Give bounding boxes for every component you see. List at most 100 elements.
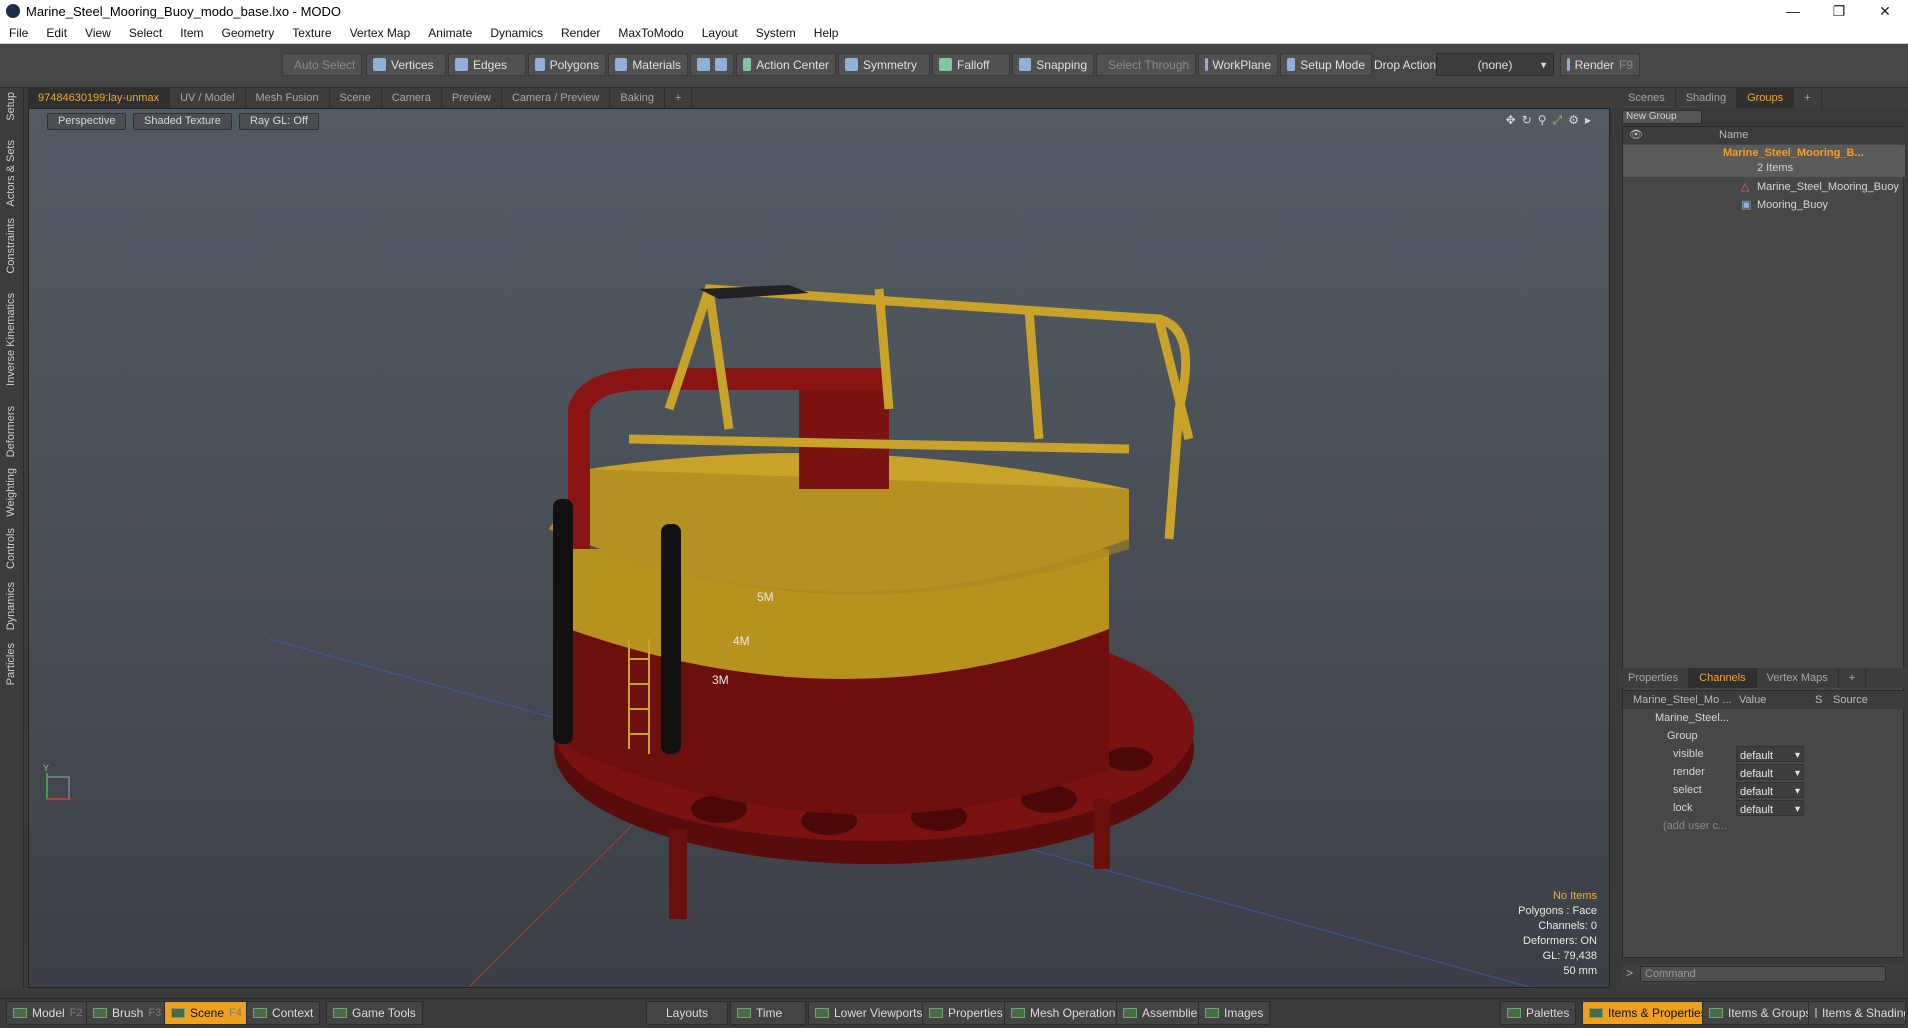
main-toolbar: Auto Select Vertices Edges Polygons Mate… [0, 44, 1908, 88]
new-group-button[interactable]: New Group [1622, 110, 1702, 124]
mesh-operations-button[interactable]: Mesh Operations [1004, 1001, 1129, 1025]
tab-actors-sets[interactable]: Actors & Sets [5, 140, 17, 207]
channel-value-dropdown[interactable]: default [1736, 800, 1804, 819]
title-bar: Marine_Steel_Mooring_Buoy_modo_base.lxo … [0, 0, 1908, 22]
lower-viewports-button[interactable]: Lower Viewports [808, 1001, 930, 1025]
tab-groups[interactable]: Groups [1737, 88, 1795, 108]
add-tab-button[interactable]: + [665, 88, 693, 108]
menu-render[interactable]: Render [552, 26, 609, 40]
time-button[interactable]: Time [730, 1001, 806, 1025]
minimize-button[interactable]: — [1770, 0, 1816, 22]
menu-geometry[interactable]: Geometry [213, 26, 284, 40]
tab-camera[interactable]: Camera [382, 88, 442, 108]
add-tab-button[interactable]: + [1839, 668, 1867, 688]
menu-animate[interactable]: Animate [419, 26, 481, 40]
tab-mesh-fusion[interactable]: Mesh Fusion [246, 88, 330, 108]
setup-mode-button[interactable]: Setup Mode [1280, 53, 1372, 76]
tab-properties[interactable]: Properties [1618, 668, 1690, 688]
menu-view[interactable]: View [76, 26, 120, 40]
brush-layout-button[interactable]: Brush F3 [86, 1001, 169, 1025]
game-tools-button[interactable]: Game Tools [326, 1001, 423, 1025]
tab-baking[interactable]: Baking [610, 88, 666, 108]
properties-button[interactable]: Properties [922, 1001, 1010, 1025]
command-input[interactable]: Command [1640, 966, 1886, 982]
channel-value-dropdown[interactable]: default [1736, 746, 1804, 765]
tab-shading[interactable]: Shading [1676, 88, 1738, 108]
menu-maxtomodo[interactable]: MaxToModo [609, 26, 692, 40]
channel-root-row[interactable]: Marine_Steel... [1623, 709, 1905, 727]
add-user-channel-row[interactable]: (add user c... [1623, 817, 1905, 835]
render-button[interactable]: Render F9 [1560, 53, 1640, 76]
materials-button[interactable]: Materials [608, 53, 688, 76]
window-title: Marine_Steel_Mooring_Buoy_modo_base.lxo … [26, 3, 342, 19]
tab-deformers[interactable]: Deformers [5, 406, 17, 457]
falloff-button[interactable]: Falloff [932, 53, 1010, 76]
viewport-tabs: 97484630199:lay-unmax UV / Model Mesh Fu… [28, 88, 1618, 108]
workplane-button[interactable]: WorkPlane [1198, 53, 1278, 76]
symmetry-button[interactable]: Symmetry [838, 53, 930, 76]
tab-scenes[interactable]: Scenes [1618, 88, 1676, 108]
tab-weighting[interactable]: Weighting [5, 468, 17, 517]
info-items: No Items [1552, 890, 1597, 902]
tab-layout-unmax[interactable]: 97484630199:lay-unmax [28, 88, 171, 108]
channel-row-render[interactable]: render default [1623, 763, 1905, 783]
tab-scene[interactable]: Scene [330, 88, 382, 108]
palettes-button[interactable]: Palettes [1500, 1001, 1577, 1025]
auto-select-button[interactable]: Auto Select [282, 53, 362, 76]
close-button[interactable]: ✕ [1862, 0, 1908, 22]
layout-icon [1709, 1008, 1723, 1018]
scene-layout-button[interactable]: Scene F4 [164, 1001, 249, 1025]
selection-sets-button[interactable] [690, 53, 734, 76]
tab-controls[interactable]: Controls [5, 528, 17, 569]
items-properties-button[interactable]: Items & Properties [1582, 1001, 1714, 1025]
tab-camera-preview[interactable]: Camera / Preview [502, 88, 611, 108]
items-shading-button[interactable]: Items & Shading [1808, 1001, 1906, 1025]
edges-button[interactable]: Edges [448, 53, 526, 76]
group-child-row[interactable]: ▣ Mooring_Buoy [1623, 197, 1905, 214]
channel-row-select[interactable]: select default [1623, 781, 1905, 801]
buoy-leg [1094, 799, 1110, 869]
channel-value-dropdown[interactable]: default [1736, 764, 1804, 783]
assemblies-button[interactable]: Assemblies [1116, 1001, 1211, 1025]
menu-select[interactable]: Select [120, 26, 171, 40]
3d-viewport[interactable]: Perspective Shaded Texture Ray GL: Off ✥… [28, 108, 1610, 988]
snapping-button[interactable]: Snapping [1012, 53, 1094, 76]
layouts-button[interactable]: Layouts [646, 1001, 728, 1025]
polygons-button[interactable]: Polygons [528, 53, 606, 76]
restore-button[interactable]: ❐ [1816, 0, 1862, 22]
tab-particles[interactable]: Particles [5, 643, 17, 685]
drop-action-select[interactable]: (none) ▼ [1436, 53, 1554, 76]
tab-dynamics[interactable]: Dynamics [5, 582, 17, 630]
menu-texture[interactable]: Texture [283, 26, 340, 40]
menu-help[interactable]: Help [805, 26, 848, 40]
tab-setup[interactable]: Setup [5, 92, 17, 121]
context-button[interactable]: Context [246, 1001, 321, 1025]
group-child-row[interactable]: △ Marine_Steel_Mooring_Buoy [1623, 179, 1905, 196]
tab-inverse-kinematics[interactable]: Inverse Kinematics [5, 293, 17, 386]
select-through-button[interactable]: Select Through [1096, 53, 1196, 76]
menu-system[interactable]: System [747, 26, 805, 40]
menu-dynamics[interactable]: Dynamics [481, 26, 552, 40]
menu-edit[interactable]: Edit [37, 26, 76, 40]
tab-preview[interactable]: Preview [442, 88, 502, 108]
menu-layout[interactable]: Layout [693, 26, 747, 40]
channel-row-visible[interactable]: visible default [1623, 745, 1905, 765]
buoy-leg [669, 829, 687, 919]
menu-vertex-map[interactable]: Vertex Map [341, 26, 420, 40]
tab-channels[interactable]: Channels [1689, 668, 1757, 688]
images-button[interactable]: Images [1198, 1001, 1271, 1025]
channel-value-dropdown[interactable]: default [1736, 782, 1804, 801]
menu-file[interactable]: File [0, 26, 37, 40]
channels-header: Marine_Steel_Mo ... Value S Source [1623, 691, 1905, 709]
menu-item[interactable]: Item [171, 26, 212, 40]
action-center-button[interactable]: Action Center [736, 53, 836, 76]
channel-group-row[interactable]: Group [1623, 727, 1905, 745]
tab-vertex-maps[interactable]: Vertex Maps [1757, 668, 1839, 688]
tab-uv-model[interactable]: UV / Model [170, 88, 246, 108]
items-groups-button[interactable]: Items & Groups [1702, 1001, 1819, 1025]
add-tab-button[interactable]: + [1794, 88, 1822, 108]
tab-constraints[interactable]: Constraints [5, 218, 17, 274]
channel-row-lock[interactable]: lock default [1623, 799, 1905, 819]
model-layout-button[interactable]: Model F2 [6, 1001, 90, 1025]
vertices-button[interactable]: Vertices [366, 53, 446, 76]
